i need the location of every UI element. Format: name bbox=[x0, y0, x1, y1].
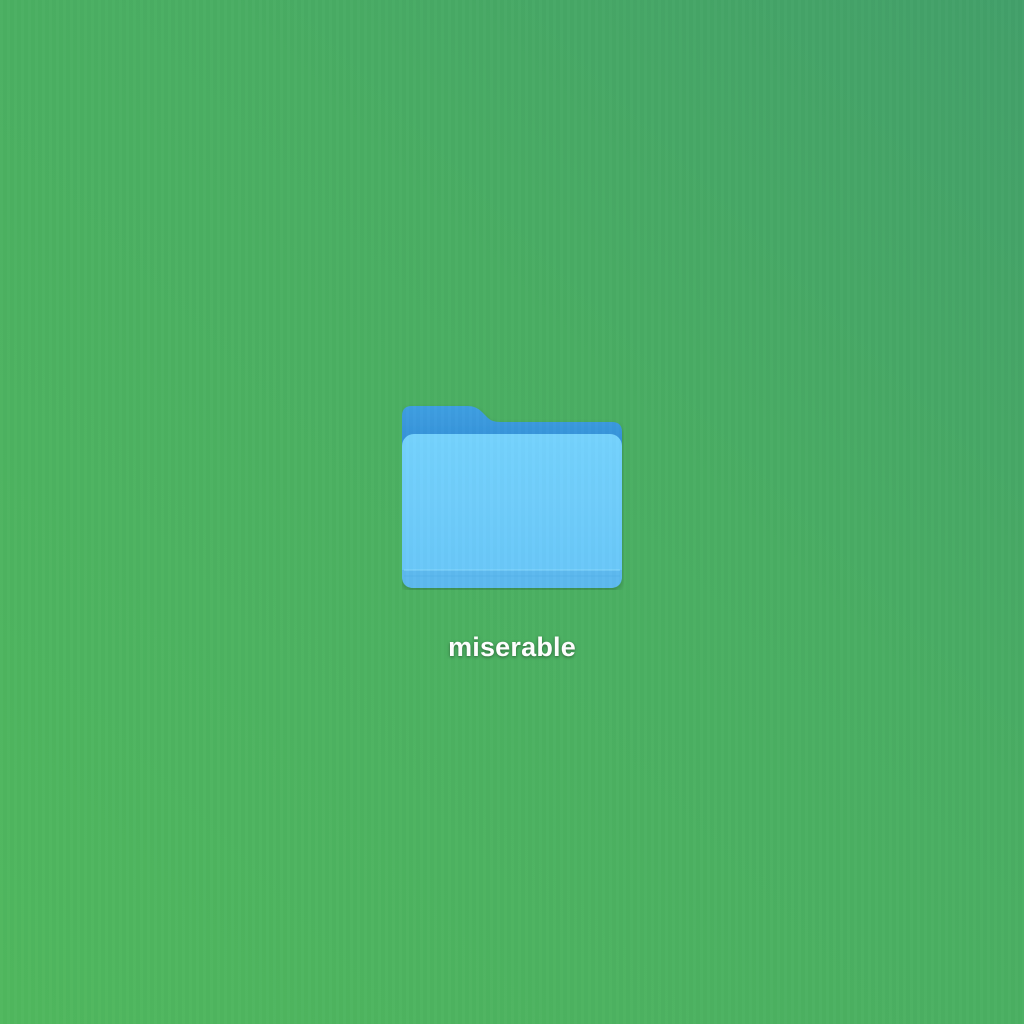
desktop[interactable]: miserable bbox=[0, 0, 1024, 1024]
folder-icon[interactable] bbox=[402, 404, 624, 590]
folder-label[interactable]: miserable bbox=[392, 632, 632, 663]
desktop-folder-item[interactable]: miserable bbox=[392, 398, 632, 678]
